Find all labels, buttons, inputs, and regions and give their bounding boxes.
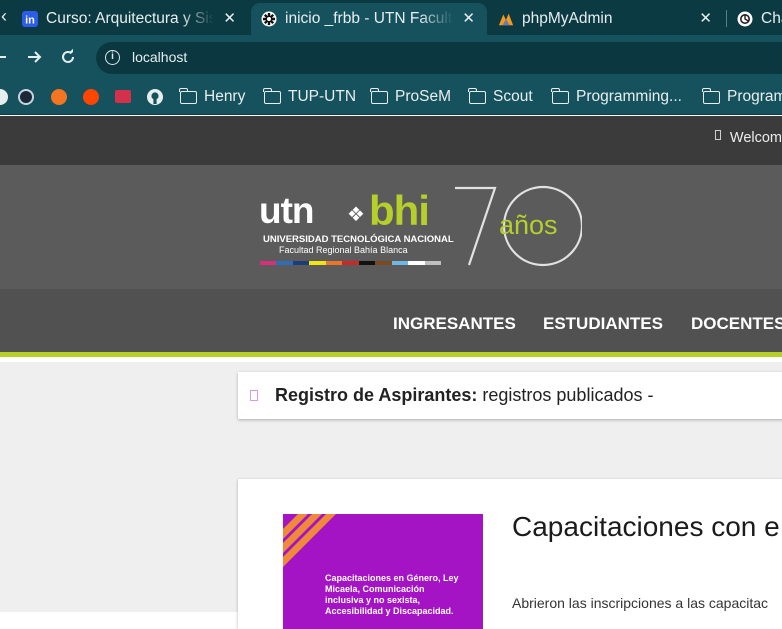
reddit-icon[interactable] (83, 89, 99, 105)
news-card-image-caption: Capacitaciones en Género, Ley Micaela, C… (325, 573, 459, 616)
page-body: Registro de Aspirantes: registros public… (0, 362, 782, 629)
tab-chatgpt[interactable]: Cha (727, 3, 782, 35)
news-card: Capacitaciones en Género, Ley Micaela, C… (238, 479, 782, 629)
close-tab-icon[interactable]: ✕ (699, 9, 712, 27)
browser-tab-strip: ‹ in Curso: Arquitectura y Sistemas Oper… (0, 0, 782, 35)
forward-arrow-icon[interactable] (24, 47, 44, 67)
seventy-label: 70 (452, 183, 453, 184)
utn-emblem-icon: ❖ (347, 204, 365, 226)
bookmarks-bar: Henry TUP-UTN ProSeM Scout Programming..… (0, 80, 782, 115)
tab-title: Curso: Arquitectura y Sistemas Operativo… (46, 10, 214, 27)
nav-ingresantes[interactable]: INGRESANTES (393, 314, 516, 334)
logo-anos-text: años (499, 210, 558, 240)
folder-icon (179, 87, 197, 104)
bookmark-folder-programming[interactable]: Programming... (551, 87, 682, 107)
steam-icon[interactable] (18, 89, 34, 105)
site-info-icon[interactable]: i (105, 50, 120, 65)
user-icon (714, 130, 721, 140)
bookmark-label: Scout (493, 88, 533, 105)
tab-title: phpMyAdmin (522, 10, 613, 27)
chatgpt-favicon-icon (737, 11, 753, 27)
close-tab-icon[interactable]: ✕ (462, 9, 475, 27)
welcome-text: Welcom (729, 130, 782, 146)
bookmark-label: TUP-UTN (288, 88, 357, 105)
welcome-link[interactable]: Welcom (714, 130, 782, 146)
utn-favicon-icon (261, 11, 277, 27)
tab-inicio-frbb[interactable]: inicio _frbb - UTN Facultad Regional Bah… (251, 3, 487, 35)
reload-icon[interactable] (58, 47, 78, 67)
svg-text:in: in (25, 15, 35, 27)
logo-faculty-name: Facultad Regional Bahía Blanca (279, 245, 408, 255)
ymail-icon[interactable] (115, 90, 131, 103)
folder-icon (468, 87, 486, 104)
site-main-nav: INGRESANTES ESTUDIANTES DOCENTES (0, 289, 782, 357)
logo-bhi-text: bhi (369, 187, 430, 234)
bookmark-folder-tup-utn[interactable]: TUP-UTN (263, 87, 357, 107)
bookmark-label: ProSeM (395, 88, 451, 105)
announcement-body: registros publicados - (477, 385, 654, 405)
tab-title: Cha (761, 10, 782, 27)
decorative-stripes-icon (283, 514, 336, 567)
nav-estudiantes[interactable]: ESTUDIANTES (543, 314, 663, 334)
github-icon[interactable] (147, 89, 163, 105)
bookmark-folder-prosem[interactable]: ProSeM (370, 87, 451, 107)
tab-title: inicio _frbb - UTN Facultad Regional Bah… (285, 10, 453, 27)
bookmark-label: Henry (204, 88, 246, 105)
bookmark-folder-program[interactable]: Program (702, 87, 782, 107)
site-top-bar: Welcom (0, 116, 782, 165)
bookmark-label: Programming... (576, 88, 682, 105)
bookmark-label: Program (727, 88, 782, 105)
tab-phpmyadmin[interactable]: phpMyAdmin ✕ (488, 3, 724, 35)
news-card-excerpt: Abrieron las inscripciones a las capacit… (512, 595, 769, 611)
announcement-text[interactable]: Registro de Aspirantes: registros public… (275, 385, 653, 406)
tab-curso[interactable]: in Curso: Arquitectura y Sistemas Operat… (12, 3, 248, 35)
logo-utn-text: utn (259, 190, 315, 231)
address-bar[interactable]: i localhost (96, 42, 782, 74)
folder-icon (370, 87, 388, 104)
announcement-ticker[interactable]: Registro de Aspirantes: registros public… (238, 372, 782, 419)
logo-color-stripe (260, 261, 441, 265)
site-header: utn ❖ bhi UNIVERSIDAD TECNOLÓGICA NACION… (0, 165, 782, 289)
logo-university-name: UNIVERSIDAD TECNOLÓGICA NACIONAL (263, 234, 454, 245)
folder-icon (551, 87, 569, 104)
browser-toolbar: i localhost (0, 35, 782, 80)
announcement-bullet-icon (250, 390, 258, 401)
udemy-favicon-icon: in (22, 11, 38, 27)
bookmark-folder-henry[interactable]: Henry (179, 87, 246, 107)
folder-icon (702, 87, 720, 104)
crunchyroll-icon[interactable] (51, 89, 67, 105)
phpmyadmin-favicon-icon (498, 11, 514, 27)
announcement-label: Registro de Aspirantes: (275, 385, 478, 405)
close-tab-icon[interactable]: ✕ (223, 9, 236, 27)
news-card-title[interactable]: Capacitaciones con e (512, 511, 780, 543)
back-arrow-icon[interactable] (0, 47, 10, 67)
bookmark-cut-off-icon[interactable] (0, 89, 8, 105)
folder-icon (263, 87, 281, 104)
address-url[interactable]: localhost (132, 49, 187, 65)
nav-docentes[interactable]: DOCENTES (691, 314, 782, 334)
bookmark-folder-scout[interactable]: Scout (468, 87, 533, 107)
